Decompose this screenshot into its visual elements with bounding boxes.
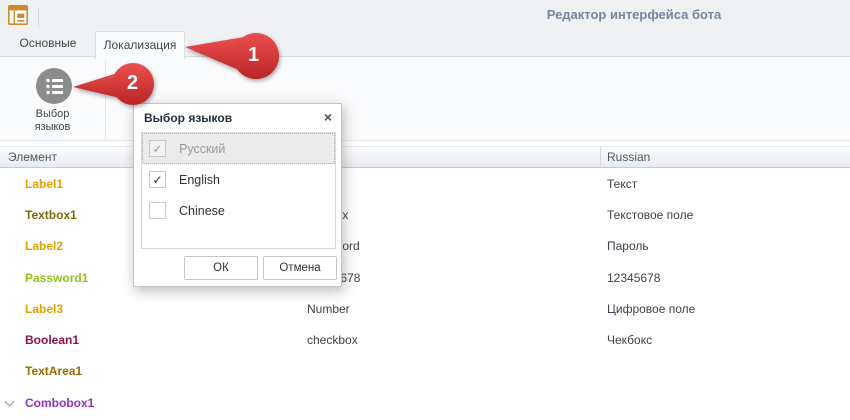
language-option-label: Русский bbox=[179, 142, 225, 156]
element-name: Boolean1 bbox=[25, 333, 79, 347]
russian-value: 12345678 bbox=[607, 271, 660, 285]
ok-button[interactable]: ОК bbox=[184, 256, 258, 280]
callout-number-2: 2 bbox=[127, 72, 138, 95]
close-icon[interactable]: × bbox=[324, 109, 332, 125]
table-row[interactable]: Label1 Текст bbox=[0, 168, 850, 199]
language-option[interactable]: Chinese bbox=[142, 195, 335, 226]
callout-arrow-1 bbox=[182, 32, 282, 82]
element-name: Label1 bbox=[25, 177, 63, 191]
element-name: Label2 bbox=[25, 239, 63, 253]
table-row[interactable]: Label3 Number Цифровое поле bbox=[0, 293, 850, 324]
callout-arrow-2 bbox=[70, 62, 160, 108]
topbar-divider bbox=[38, 7, 39, 27]
column-divider bbox=[600, 147, 601, 168]
russian-value: Текстовое поле bbox=[607, 208, 693, 222]
cancel-button[interactable]: Отмена bbox=[263, 256, 337, 280]
table-row[interactable]: Textbox1TextboxТекстовое поле bbox=[0, 199, 850, 230]
russian-value: Пароль bbox=[607, 239, 649, 253]
russian-value: Чекбокс bbox=[607, 333, 652, 347]
table-row[interactable]: Label2PasswordПароль bbox=[0, 231, 850, 262]
language-option: ✓ Русский bbox=[142, 133, 335, 164]
russian-value: Текст bbox=[607, 177, 637, 191]
language-select-button-label: Выбор языков bbox=[0, 108, 105, 134]
dialog-footer: ОК Отмена bbox=[184, 256, 337, 280]
tab-basic[interactable]: Основные bbox=[8, 30, 88, 56]
tab-localization[interactable]: Локализация bbox=[95, 31, 185, 59]
form-editor-icon bbox=[8, 5, 28, 25]
language-option-label: English bbox=[179, 173, 220, 187]
english-value: Number bbox=[307, 302, 350, 316]
tab-bar: Основные Локализация bbox=[0, 30, 850, 57]
dialog-title: Выбор языков bbox=[144, 111, 232, 125]
bullet-list-icon bbox=[36, 68, 72, 104]
checkbox-checked-icon[interactable]: ✓ bbox=[149, 171, 166, 188]
russian-value: Цифровое поле bbox=[607, 302, 695, 316]
english-value: checkbox bbox=[307, 333, 358, 347]
checkbox-unchecked-icon[interactable] bbox=[149, 202, 166, 219]
checkbox-checked-icon: ✓ bbox=[149, 140, 166, 157]
element-name: Textbox1 bbox=[25, 208, 77, 222]
element-name: Password1 bbox=[25, 271, 88, 285]
table-row[interactable]: Password11234567812345678 bbox=[0, 262, 850, 293]
table-row[interactable]: TextArea1 bbox=[0, 356, 850, 387]
chevron-down-icon[interactable] bbox=[5, 396, 15, 406]
language-option-label: Chinese bbox=[179, 204, 225, 218]
table-header: Элемент Russian bbox=[0, 146, 850, 168]
page-title: Редактор интерфейса бота bbox=[484, 7, 784, 22]
element-name: Combobox1 bbox=[25, 396, 94, 410]
dialog-header: Выбор языков × bbox=[134, 104, 341, 132]
element-name: TextArea1 bbox=[25, 364, 82, 378]
column-header-element: Элемент bbox=[8, 150, 57, 164]
element-name: Label3 bbox=[25, 302, 63, 316]
label-line-1: Выбор bbox=[0, 108, 105, 121]
language-select-dialog: Выбор языков × ✓ Русский ✓ English Chinese О… bbox=[133, 103, 342, 287]
language-option[interactable]: ✓ English bbox=[142, 164, 335, 195]
callout-number-1: 1 bbox=[248, 44, 259, 67]
table-body: Label1 Текст Textbox1TextboxТекстовое поле… bbox=[0, 168, 850, 420]
table-row[interactable]: Combobox1 bbox=[0, 387, 850, 418]
column-header-russian: Russian bbox=[607, 150, 650, 164]
top-bar: Редактор интерфейса бота bbox=[0, 0, 850, 30]
language-list: ✓ Русский ✓ English Chinese bbox=[141, 132, 336, 249]
label-line-2: языков bbox=[0, 121, 105, 134]
table-row[interactable]: Boolean1 checkbox Чекбокс bbox=[0, 324, 850, 355]
bot-interface-editor-window: Редактор интерфейса бота Основные Локали… bbox=[0, 0, 850, 420]
